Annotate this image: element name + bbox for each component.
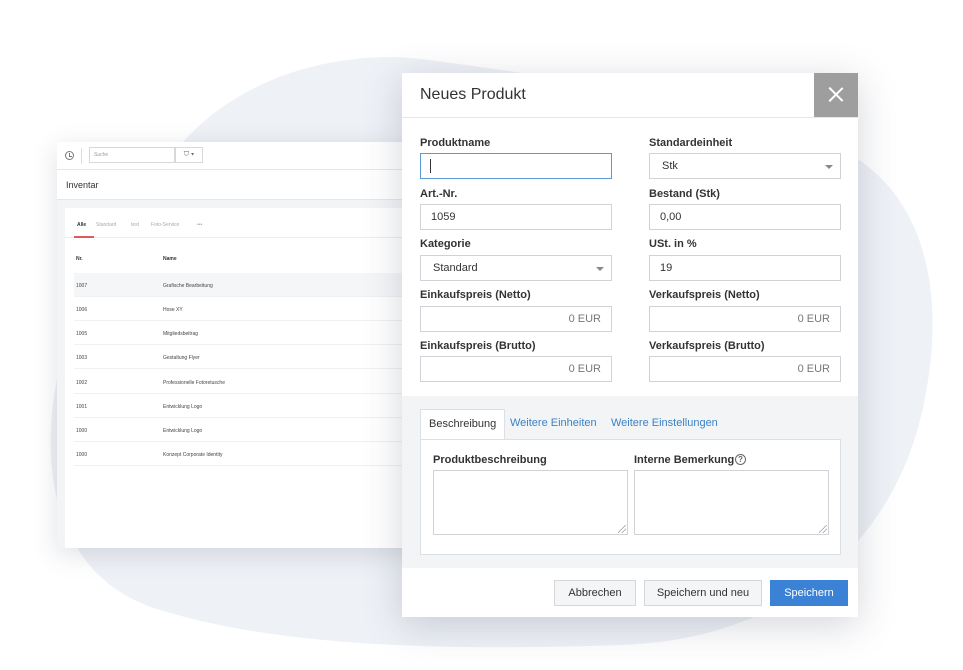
table-row[interactable]: 1007 Grafische Bearbeitung	[74, 273, 417, 297]
tab-beschreibung[interactable]: Beschreibung	[420, 409, 506, 440]
clock-icon[interactable]	[65, 151, 74, 160]
details-section: Beschreibung Weitere Einheiten Weitere E…	[402, 396, 858, 568]
cell-name: Entwicklung Logo	[163, 404, 203, 410]
tab-standard[interactable]: Standard	[96, 222, 116, 228]
chevron-down-icon	[825, 165, 833, 169]
kategorie-select[interactable]: Standard	[420, 255, 612, 281]
dialog-footer: Abbrechen Speichern und neu Speichern	[402, 568, 858, 617]
tab-alle[interactable]: Alle	[77, 222, 86, 228]
cell-nr: 1000	[76, 452, 88, 458]
table-row[interactable]: 1006 Hose XY	[74, 297, 417, 321]
cell-name: Mitgliedsbeitrag	[163, 331, 199, 337]
filter-button[interactable]: ⛉ ▾	[175, 147, 203, 163]
inventory-tabs: Alle Standard test Foto-Service •••	[65, 208, 417, 238]
column-header-name[interactable]: Name	[163, 256, 177, 262]
interne-bemerkung-textarea[interactable]	[634, 470, 829, 535]
save-and-new-button[interactable]: Speichern und neu	[644, 580, 762, 606]
resize-handle-icon[interactable]	[819, 525, 827, 533]
artnr-label: Art.-Nr.	[420, 188, 458, 200]
ust-input[interactable]	[649, 255, 841, 281]
produktname-label: Produktname	[420, 137, 491, 149]
cell-nr: 1005	[76, 331, 88, 337]
cell-name: Hose XY	[163, 307, 183, 313]
resize-handle-icon[interactable]	[618, 525, 626, 533]
filter-chevron: ▾	[190, 151, 195, 158]
tab-weitere-einstellungen[interactable]: Weitere Einstellungen	[603, 409, 726, 440]
cell-nr: 1006	[76, 307, 88, 313]
cell-nr: 1007	[76, 283, 88, 289]
kategorie-label: Kategorie	[420, 238, 471, 250]
bestand-label: Bestand (Stk)	[649, 188, 720, 200]
save-button[interactable]: Speichern	[770, 580, 848, 606]
ek-brutto-label: Einkaufspreis (Brutto)	[420, 340, 536, 352]
table-row[interactable]: 1003 Gestaltung Flyer	[74, 345, 417, 369]
produktname-input[interactable]	[420, 153, 612, 179]
beschreibung-panel: Produktbeschreibung Interne Bemerkung ?	[420, 439, 841, 555]
toolbar-divider	[81, 148, 82, 164]
ek-netto-input[interactable]	[420, 306, 612, 332]
chevron-down-icon	[596, 267, 604, 271]
tab-test[interactable]: test	[131, 222, 139, 228]
vk-netto-label: Verkaufspreis (Netto)	[649, 289, 760, 301]
column-header-nr[interactable]: Nr.	[76, 256, 83, 262]
standardeinheit-value: Stk	[662, 160, 678, 172]
bestand-input[interactable]	[649, 204, 841, 230]
text-cursor	[430, 159, 431, 173]
table-row[interactable]: 1000 Entwicklung Logo	[74, 418, 417, 442]
standardeinheit-label: Standardeinheit	[649, 137, 733, 149]
cell-name: Entwicklung Logo	[163, 428, 203, 434]
ek-brutto-input[interactable]	[420, 356, 612, 382]
cell-name: Gestaltung Flyer	[163, 355, 200, 361]
info-icon[interactable]: ?	[735, 454, 746, 465]
kategorie-value: Standard	[433, 262, 478, 274]
artnr-input[interactable]	[420, 204, 612, 230]
vk-netto-input[interactable]	[649, 306, 841, 332]
close-icon[interactable]	[814, 73, 858, 117]
table-row[interactable]: 1001 Entwicklung Logo	[74, 394, 417, 418]
ust-label: USt. in %	[649, 238, 697, 250]
standardeinheit-select[interactable]: Stk	[649, 153, 841, 179]
tab-weitere-einheiten[interactable]: Weitere Einheiten	[502, 409, 605, 440]
filter-icon: ⛉	[183, 151, 189, 158]
inventory-toolbar: Suche ⛉ ▾	[57, 142, 417, 170]
table-row[interactable]: 1000 Konzept Corporate Identity	[74, 442, 417, 466]
dialog-title: Neues Produkt	[420, 86, 526, 103]
dialog-header: Neues Produkt	[402, 73, 858, 118]
interne-bemerkung-label: Interne Bemerkung	[634, 454, 735, 466]
table-row[interactable]: 1002 Professionelle Fotoretusche	[74, 370, 417, 394]
inventory-title: Inventar	[66, 180, 99, 190]
produktbeschreibung-label: Produktbeschreibung	[433, 454, 547, 466]
table-row[interactable]: 1005 Mitgliedsbeitrag	[74, 321, 417, 345]
cell-name: Professionelle Fotoretusche	[163, 380, 225, 386]
cell-nr: 1001	[76, 404, 88, 410]
more-tabs-icon[interactable]: •••	[197, 222, 202, 228]
cell-nr: 1003	[76, 355, 88, 361]
tab-foto-service[interactable]: Foto-Service	[151, 222, 179, 228]
cell-nr: 1000	[76, 428, 88, 434]
inventory-search-input[interactable]: Suche	[89, 147, 175, 163]
active-tab-indicator	[74, 236, 94, 238]
cell-name: Konzept Corporate Identity	[163, 452, 223, 458]
vk-brutto-label: Verkaufspreis (Brutto)	[649, 340, 765, 352]
vk-brutto-input[interactable]	[649, 356, 841, 382]
cell-name: Grafische Bearbeitung	[163, 283, 213, 289]
cancel-button[interactable]: Abbrechen	[554, 580, 636, 606]
inventory-header: Inventar	[57, 170, 417, 200]
inventory-list-card: Alle Standard test Foto-Service ••• Nr. …	[65, 208, 417, 548]
produktbeschreibung-textarea[interactable]	[433, 470, 628, 535]
ek-netto-label: Einkaufspreis (Netto)	[420, 289, 531, 301]
inventory-window: Suche ⛉ ▾ Inventar Alle Standard test Fo…	[57, 142, 417, 548]
stage: Suche ⛉ ▾ Inventar Alle Standard test Fo…	[0, 0, 963, 670]
new-product-dialog: Neues Produkt Produktname Standardeinhei…	[402, 73, 858, 617]
cell-nr: 1002	[76, 380, 88, 386]
